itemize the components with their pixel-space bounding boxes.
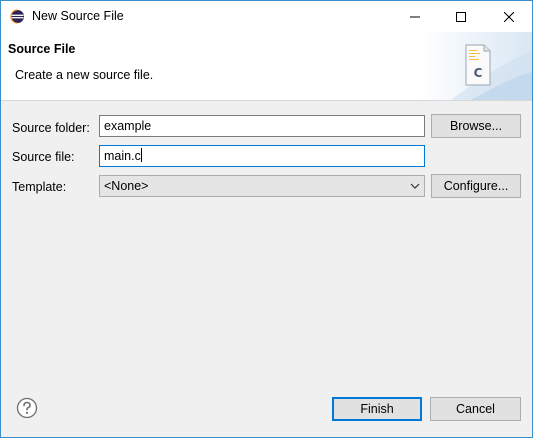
maximize-icon	[456, 11, 466, 22]
source-folder-value: example	[104, 119, 152, 133]
source-file-label: Source file:	[12, 150, 75, 164]
c-file-banner-icon: C	[421, 32, 532, 100]
title-bar: New Source File	[1, 1, 532, 32]
window-title: New Source File	[32, 9, 124, 23]
template-selected-value: <None>	[104, 179, 149, 193]
maximize-button[interactable]	[438, 1, 484, 32]
c-letter: C	[474, 66, 483, 80]
chevron-down-icon	[410, 183, 420, 189]
template-label: Template:	[12, 180, 67, 194]
wizard-banner: Source File Create a new source file. C	[1, 32, 532, 101]
template-select[interactable]: <None>	[99, 175, 425, 197]
browse-button[interactable]: Browse...	[431, 114, 521, 138]
source-folder-label: Source folder:	[12, 121, 90, 135]
minimize-button[interactable]	[392, 1, 438, 32]
source-folder-field[interactable]: example	[99, 115, 425, 137]
cancel-button[interactable]: Cancel	[430, 397, 521, 421]
text-caret	[140, 148, 142, 162]
banner-description: Create a new source file.	[15, 68, 154, 82]
finish-button[interactable]: Finish	[332, 397, 422, 421]
close-icon	[504, 11, 514, 22]
help-icon[interactable]	[16, 397, 38, 419]
eclipse-icon	[10, 9, 25, 24]
source-file-value: main.c	[104, 149, 141, 163]
configure-button[interactable]: Configure...	[431, 174, 521, 198]
banner-title: Source File	[8, 42, 76, 56]
new-source-file-dialog: New Source File Source File Create a new…	[0, 0, 533, 438]
minimize-icon	[410, 16, 420, 17]
close-button[interactable]	[486, 1, 532, 32]
finish-button-label: Finish	[360, 402, 394, 416]
configure-button-label: Configure...	[443, 179, 509, 193]
source-file-field[interactable]: main.c	[99, 145, 425, 167]
cancel-button-label: Cancel	[456, 402, 495, 416]
browse-button-label: Browse...	[449, 119, 503, 133]
